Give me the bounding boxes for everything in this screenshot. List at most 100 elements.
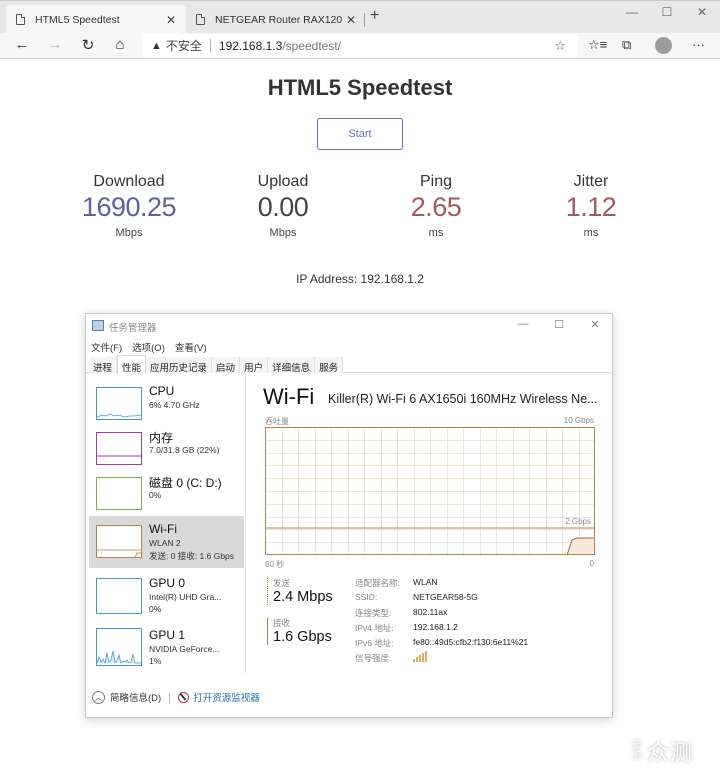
menu-file[interactable]: 文件(F) bbox=[91, 340, 122, 354]
address-bar[interactable]: ▲ 不安全 192.168.1.3 /speedtest/ ☆ bbox=[143, 34, 578, 57]
cpu-thumbnail-graph bbox=[96, 387, 142, 420]
send-label: 发送 bbox=[273, 578, 291, 588]
close-tab-icon[interactable]: ✕ bbox=[166, 13, 176, 27]
menu-view[interactable]: 查看(V) bbox=[175, 340, 207, 354]
more-menu-icon[interactable]: ··· bbox=[692, 37, 705, 52]
gpu0-thumbnail-graph bbox=[96, 578, 142, 614]
sidebar-item-detail: 0% bbox=[149, 490, 162, 500]
close-tab-icon[interactable]: ✕ bbox=[346, 13, 356, 27]
sidebar-item-detail: 7.0/31.8 GB (22%) bbox=[149, 445, 220, 455]
back-button[interactable]: ← bbox=[12, 36, 32, 53]
throughput-graph: 2 Gbps bbox=[265, 427, 595, 555]
tab-title: HTML5 Speedtest bbox=[35, 13, 120, 26]
task-manager-menubar: 文件(F) 选项(O) 查看(V) bbox=[91, 340, 207, 354]
graph-grid bbox=[265, 427, 595, 555]
prop-signal-strength: 信号强度: bbox=[355, 651, 427, 664]
tab-performance[interactable]: 性能 bbox=[117, 355, 147, 374]
new-tab-button[interactable]: + bbox=[370, 7, 379, 25]
metric-jitter: Jitter 1.12 ms bbox=[516, 173, 666, 239]
resource-monitor-icon[interactable] bbox=[178, 691, 190, 703]
throughput-label: 吞吐量 bbox=[265, 417, 289, 426]
task-manager-tabs: 进程 性能 应用历史记录 启动 用户 详细信息 服务 bbox=[86, 355, 612, 374]
home-button[interactable]: ⌂ bbox=[110, 36, 130, 53]
maximize-button[interactable]: ☐ bbox=[647, 5, 687, 19]
watermark-big: 众测 bbox=[647, 740, 694, 765]
signal-bar bbox=[419, 655, 421, 662]
tm-maximize-button[interactable]: ☐ bbox=[544, 318, 574, 331]
collections-icon[interactable]: ⧉ bbox=[622, 37, 631, 53]
prop-value: 192.168.1.2 bbox=[413, 622, 458, 632]
tab-app-history[interactable]: 应用历史记录 bbox=[146, 357, 213, 374]
metric-unit: ms bbox=[583, 227, 599, 239]
cpu-sparkline bbox=[97, 413, 141, 418]
signal-bar bbox=[425, 651, 427, 662]
tab-startup[interactable]: 启动 bbox=[212, 357, 241, 374]
signal-bar bbox=[422, 653, 424, 662]
prop-adapter-name: 适配器名称: WLAN bbox=[355, 577, 438, 589]
metric-unit: Mbps bbox=[115, 227, 143, 239]
tab-details[interactable]: 详细信息 bbox=[268, 357, 316, 374]
browser-tab-bar: HTML5 Speedtest ✕ NETGEAR Router RAX120 … bbox=[0, 0, 720, 34]
profile-avatar[interactable] bbox=[655, 37, 672, 54]
ip-address: IP Address: 192.168.1.2 bbox=[296, 272, 424, 286]
sidebar-item-detail: Intel(R) UHD Gra... bbox=[149, 592, 222, 602]
sidebar-item-gpu1[interactable]: GPU 1 NVIDIA GeForce... 1% bbox=[89, 622, 244, 674]
prop-key: 适配器名称: bbox=[355, 578, 400, 588]
sidebar-item-detail: NVIDIA GeForce... bbox=[149, 644, 220, 654]
menu-options[interactable]: 选项(O) bbox=[132, 340, 165, 354]
start-button[interactable]: Start bbox=[317, 118, 403, 150]
tab-html5-speedtest[interactable]: HTML5 Speedtest ✕ bbox=[6, 5, 186, 34]
tm-close-button[interactable]: ✕ bbox=[580, 318, 610, 331]
tab-users[interactable]: 用户 bbox=[240, 357, 269, 374]
tm-minimize-button[interactable]: — bbox=[508, 318, 538, 330]
security-status[interactable]: 不安全 bbox=[166, 37, 202, 54]
metric-value: 2.65 bbox=[410, 192, 462, 222]
metric-download: Download 1690.25 Mbps bbox=[54, 173, 204, 239]
fewer-details-button[interactable]: 简略信息(D) bbox=[110, 690, 161, 704]
signal-bar bbox=[416, 657, 418, 662]
close-window-button[interactable]: ✕ bbox=[682, 5, 720, 19]
prop-key: IPv6 地址: bbox=[355, 638, 394, 648]
forward-button[interactable]: → bbox=[45, 36, 65, 53]
favorites-list-icon[interactable]: ☆≡ bbox=[588, 37, 607, 53]
minimize-button[interactable]: — bbox=[612, 5, 652, 19]
signal-bar bbox=[413, 659, 415, 662]
reload-button[interactable]: ↻ bbox=[78, 36, 98, 54]
receive-stat: 接收 1.6 Gbps bbox=[267, 617, 332, 645]
wifi-sparkline bbox=[97, 549, 141, 557]
prop-key: 信号强度: bbox=[355, 653, 392, 663]
task-manager-title: 任务管理器 bbox=[109, 323, 157, 334]
tab-netgear-router[interactable]: NETGEAR Router RAX120 ✕ bbox=[186, 5, 366, 34]
metric-label: Download bbox=[93, 173, 165, 190]
sidebar-item-name: Wi-Fi bbox=[149, 522, 177, 536]
prop-connection-type: 连接类型: 802.11ax bbox=[355, 607, 447, 619]
disk-thumbnail-graph bbox=[96, 477, 142, 510]
tab-processes[interactable]: 进程 bbox=[89, 357, 118, 374]
sidebar-item-gpu0[interactable]: GPU 0 Intel(R) UHD Gra... 0% bbox=[89, 570, 244, 622]
prop-ssid: SSID: NETGEAR58-5G bbox=[355, 592, 478, 602]
sidebar-item-name: 磁盘 0 (C: D:) bbox=[149, 476, 222, 490]
tab-title: NETGEAR Router RAX120 bbox=[215, 13, 343, 26]
sidebar-item-name: GPU 0 bbox=[149, 576, 186, 590]
metric-value: 0.00 bbox=[257, 192, 309, 222]
page-icon bbox=[16, 14, 25, 25]
sidebar-item-wifi[interactable]: Wi-Fi WLAN 2 发送: 0 接收: 1.6 Gbps bbox=[89, 516, 244, 568]
sidebar-item-disk[interactable]: 磁盘 0 (C: D:) 0% bbox=[89, 468, 244, 520]
watermark-small: 新浪 bbox=[632, 740, 642, 762]
chevron-up-icon[interactable]: ︿ bbox=[92, 690, 105, 704]
warning-icon[interactable]: ▲ bbox=[151, 40, 162, 52]
url-path: /speedtest/ bbox=[282, 38, 342, 53]
receive-value: 1.6 Gbps bbox=[273, 629, 332, 645]
open-resource-monitor-link[interactable]: 打开资源监视器 bbox=[193, 690, 260, 704]
prop-value: NETGEAR58-5G bbox=[413, 592, 478, 602]
task-manager-titlebar[interactable]: 任务管理器 — ☐ ✕ bbox=[86, 314, 612, 338]
watermark: 新浪 众测 bbox=[632, 735, 693, 767]
favorite-star-icon[interactable]: ☆ bbox=[554, 38, 566, 54]
sidebar-item-detail: WLAN 2 bbox=[149, 538, 181, 548]
metric-value: 1690.25 bbox=[81, 192, 177, 222]
tab-services[interactable]: 服务 bbox=[315, 357, 344, 374]
prop-ipv4: IPv4 地址: 192.168.1.2 bbox=[355, 622, 458, 634]
scale-label: 2 Gbps bbox=[565, 517, 591, 526]
prop-value: fe80::49d5:cfb2:f130:6e11%21 bbox=[413, 637, 529, 647]
signal-strength-icon bbox=[413, 651, 427, 662]
